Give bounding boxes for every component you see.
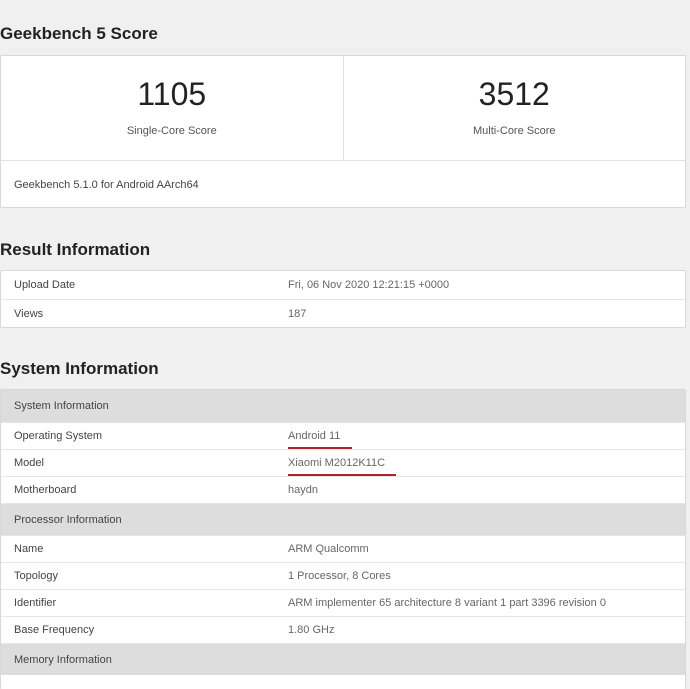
group-header-label: System Information (14, 400, 109, 412)
row-key: Identifier (14, 597, 57, 609)
geekbench-score-title: Geekbench 5 Score (0, 24, 158, 43)
system-table: System Information Operating System Andr… (0, 389, 686, 689)
table-row: Name ARM Qualcomm (1, 535, 685, 562)
row-value: ARM implementer 65 architecture 8 varian… (288, 597, 606, 609)
row-value: Fri, 06 Nov 2020 12:21:15 +0000 (288, 279, 450, 291)
row-key: Operating System (14, 430, 103, 442)
group-header-label: Processor Information (14, 514, 122, 526)
system-information-title: System Information (0, 359, 159, 378)
row-key: Upload Date (14, 279, 76, 291)
multi-core-cell: 3512 Multi-Core Score (342, 56, 686, 160)
table-row: Motherboard haydn (1, 476, 685, 503)
row-value: Android 11 (288, 430, 341, 442)
multi-core-label: Multi-Core Score (472, 125, 556, 137)
row-value: Xiaomi M2012K11C (288, 457, 386, 469)
score-row: 1105 Single-Core Score 3512 Multi-Core S… (1, 56, 685, 161)
row-value: 1 Processor, 8 Cores (288, 570, 391, 582)
row-key: Motherboard (14, 484, 77, 496)
row-key: Name (14, 543, 44, 555)
result-information-title: Result Information (0, 240, 151, 259)
table-row: Upload Date Fri, 06 Nov 2020 12:21:15 +0… (1, 271, 685, 299)
row-value: 187 (288, 308, 307, 320)
single-core-score: 1105 (137, 76, 207, 112)
table-row: Topology 1 Processor, 8 Cores (1, 562, 685, 589)
system-info-header: System Information (1, 390, 685, 422)
table-row: Model Xiaomi M2012K11C (1, 449, 685, 476)
processor-info-header: Processor Information (1, 503, 685, 535)
single-core-cell: 1105 Single-Core Score (1, 56, 343, 160)
row-key: Topology (14, 570, 59, 582)
score-card: 1105 Single-Core Score 3512 Multi-Core S… (0, 55, 686, 208)
table-row: Views 187 (1, 299, 685, 327)
row-value: 1.80 GHz (288, 624, 335, 636)
single-core-label: Single-Core Score (126, 125, 217, 137)
table-row: Base Frequency 1.80 GHz (1, 616, 685, 643)
row-value: haydn (288, 484, 318, 496)
memory-info-header: Memory Information (1, 643, 685, 675)
table-row: Operating System Android 11 (1, 422, 685, 449)
row-value: ARM Qualcomm (288, 543, 369, 555)
result-table: Upload Date Fri, 06 Nov 2020 12:21:15 +0… (0, 270, 686, 328)
multi-core-score: 3512 (478, 76, 550, 112)
row-key: Model (14, 457, 44, 469)
row-key: Views (14, 308, 44, 320)
table-row: Identifier ARM implementer 65 architectu… (1, 589, 685, 616)
benchmark-version: Geekbench 5.1.0 for Android AArch64 (14, 179, 199, 191)
group-header-label: Memory Information (14, 654, 112, 666)
row-key: Base Frequency (14, 624, 95, 636)
